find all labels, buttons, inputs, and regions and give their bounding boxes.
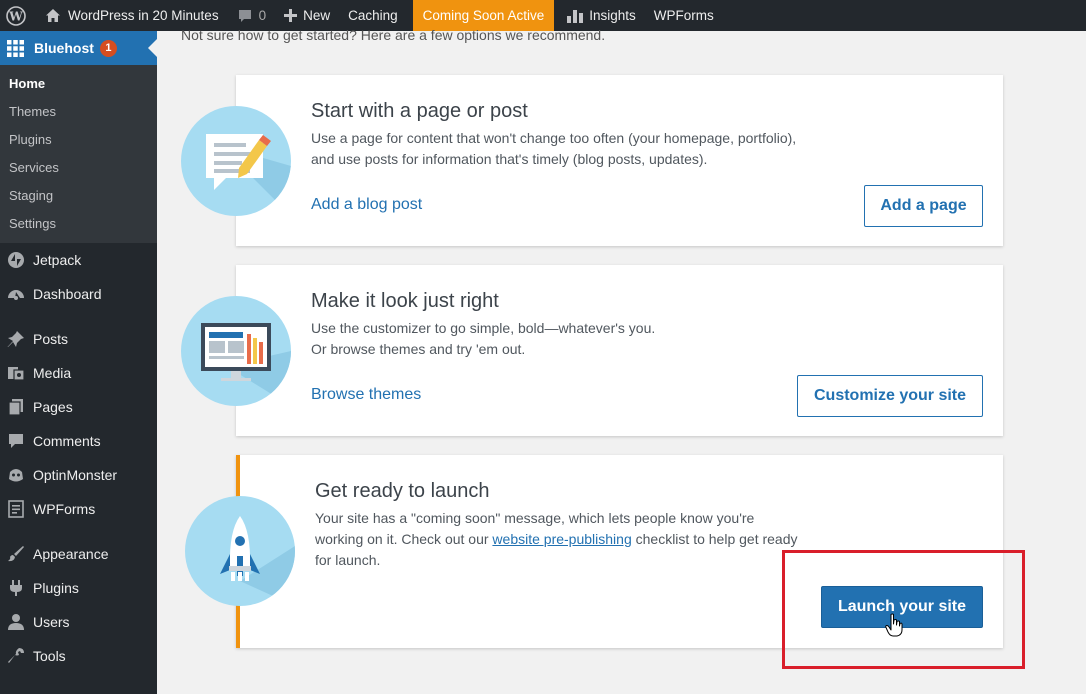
jetpack-icon <box>5 249 27 271</box>
card-title: Make it look just right <box>311 290 499 312</box>
sidebar-item-label: Bluehost <box>34 40 94 56</box>
start-page-post-card: Start with a page or post Use a page for… <box>236 75 1003 246</box>
submenu-item-home[interactable]: Home <box>0 69 157 97</box>
submenu-item-services[interactable]: Services <box>0 153 157 181</box>
sidebar-item-bluehost[interactable]: Bluehost 1 <box>0 31 157 65</box>
sidebar-item-tools[interactable]: Tools <box>0 639 157 673</box>
current-menu-arrow <box>148 39 157 57</box>
admin-sidebar: Bluehost 1 Home Themes Plugins Services … <box>0 31 157 694</box>
wordpress-logo-icon: W <box>6 5 26 26</box>
highlight-box <box>782 550 1025 669</box>
sidebar-item-optinmonster[interactable]: OptinMonster <box>0 458 157 492</box>
card-description: Your site has a "coming soon" message, w… <box>315 508 805 571</box>
sidebar-item-dashboard[interactable]: Dashboard <box>0 277 157 311</box>
look-right-card: Make it look just right Use the customiz… <box>236 265 1003 436</box>
sidebar-item-appearance[interactable]: Appearance <box>0 537 157 571</box>
sidebar-item-pages[interactable]: Pages <box>0 390 157 424</box>
sidebar-item-media[interactable]: Media <box>0 356 157 390</box>
document-pencil-illustration <box>181 106 291 216</box>
sidebar-item-label: Appearance <box>33 546 109 562</box>
coming-soon-label: Coming Soon Active <box>422 8 545 23</box>
sidebar-item-comments[interactable]: Comments <box>0 424 157 458</box>
notification-badge: 1 <box>99 39 117 57</box>
site-name: WordPress in 20 Minutes <box>68 8 219 23</box>
admin-menu: Jetpack Dashboard Posts Media Pages Comm… <box>0 243 157 673</box>
sidebar-item-label: WPForms <box>33 501 96 517</box>
dashboard-icon <box>5 283 27 305</box>
plugins-icon <box>5 577 27 599</box>
comments-count: 0 <box>258 8 267 23</box>
users-icon <box>5 611 27 633</box>
sidebar-item-label: Users <box>33 614 70 630</box>
caching-label: Caching <box>348 8 398 23</box>
rocket-illustration <box>185 496 295 606</box>
bar-chart-icon <box>567 10 584 23</box>
plus-icon <box>284 9 298 22</box>
wpforms-icon <box>5 498 27 520</box>
wpforms-label: WPForms <box>653 8 714 23</box>
card-description: Use a page for content that won't change… <box>311 130 797 167</box>
browse-themes-link[interactable]: Browse themes <box>311 386 421 404</box>
new-label: New <box>303 8 331 23</box>
monitor-illustration <box>181 296 291 406</box>
sidebar-item-label: Media <box>33 365 72 381</box>
sidebar-item-label: Pages <box>33 399 73 415</box>
customize-site-button[interactable]: Customize your site <box>797 375 983 417</box>
description-line: Use the customizer to go simple, bold—wh… <box>311 320 656 336</box>
add-blog-post-link[interactable]: Add a blog post <box>311 196 422 214</box>
insights-label: Insights <box>589 8 636 23</box>
home-icon <box>46 9 60 22</box>
grid-icon <box>7 39 24 57</box>
submenu-item-settings[interactable]: Settings <box>0 209 157 237</box>
media-icon <box>5 362 27 384</box>
sidebar-item-label: Tools <box>33 648 66 664</box>
sidebar-item-label: Dashboard <box>33 286 102 302</box>
description-line: Or browse themes and try 'em out. <box>311 341 526 357</box>
appearance-brush-icon <box>5 543 27 565</box>
main-content: Not sure how to get started? Here are a … <box>157 27 1086 694</box>
submenu-item-plugins[interactable]: Plugins <box>0 125 157 153</box>
sidebar-item-label: Comments <box>33 433 101 449</box>
pages-icon <box>5 396 27 418</box>
comments-icon <box>5 430 27 452</box>
hand-pointer-cursor-icon <box>885 613 903 642</box>
card-title: Start with a page or post <box>311 100 528 122</box>
add-page-button[interactable]: Add a page <box>864 185 983 227</box>
pre-publishing-link[interactable]: website pre-publishing <box>492 531 631 547</box>
sidebar-item-label: Posts <box>33 331 69 347</box>
card-title: Get ready to launch <box>315 480 490 502</box>
tools-wrench-icon <box>5 645 27 667</box>
submenu-item-staging[interactable]: Staging <box>0 181 157 209</box>
sidebar-item-label: Jetpack <box>33 252 82 268</box>
comment-bubble-icon <box>238 9 251 22</box>
wpforms-menu[interactable]: WPForms <box>645 0 723 31</box>
sidebar-item-jetpack[interactable]: Jetpack <box>0 243 157 277</box>
intro-text: Not sure how to get started? Here are a … <box>181 27 606 43</box>
svg-text:W: W <box>8 9 23 23</box>
bluehost-submenu: Home Themes Plugins Services Staging Set… <box>0 65 157 243</box>
card-description: Use the customizer to go simple, bold—wh… <box>311 318 801 360</box>
sidebar-item-plugins[interactable]: Plugins <box>0 571 157 605</box>
sidebar-item-posts[interactable]: Posts <box>0 322 157 356</box>
sidebar-item-users[interactable]: Users <box>0 605 157 639</box>
submenu-item-themes[interactable]: Themes <box>0 97 157 125</box>
optinmonster-icon <box>5 464 27 486</box>
sidebar-item-label: OptinMonster <box>33 467 118 483</box>
wordpress-logo-menu[interactable]: W <box>0 0 36 31</box>
sidebar-item-wpforms[interactable]: WPForms <box>0 492 157 526</box>
posts-pin-icon <box>5 328 27 350</box>
sidebar-item-label: Plugins <box>33 580 79 596</box>
